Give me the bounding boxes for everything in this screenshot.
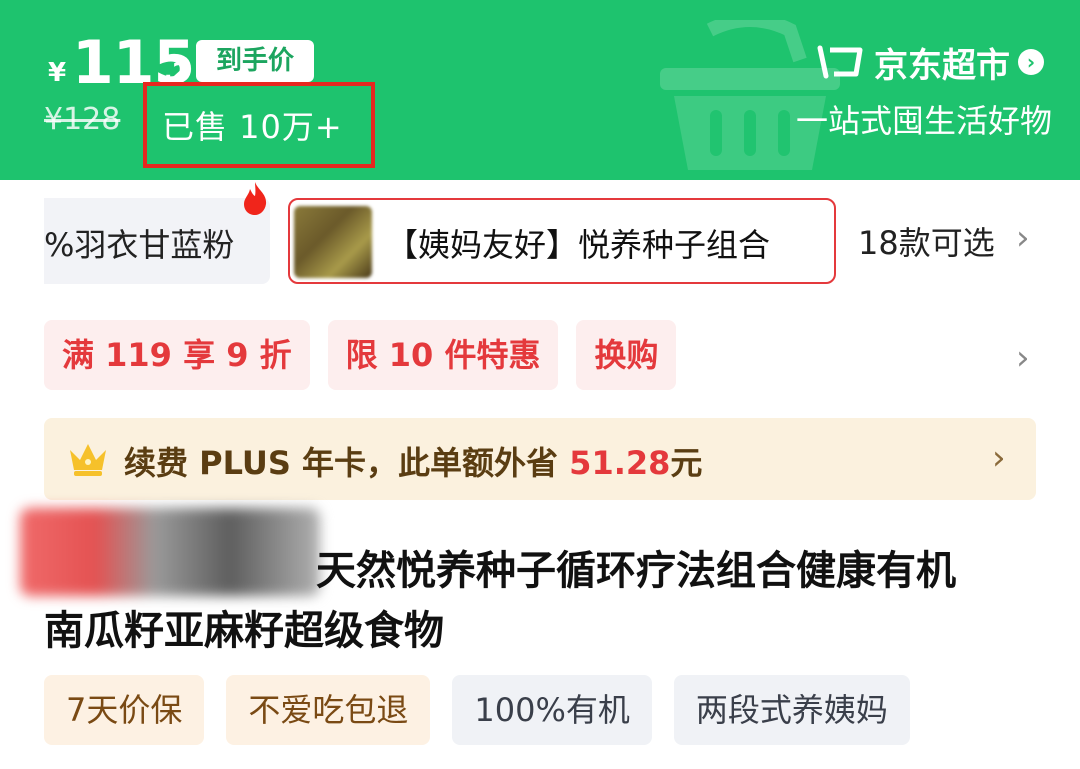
original-price: ¥128 [44,102,121,137]
fire-icon [244,182,267,215]
feature-tag-return[interactable]: 不爱吃包退 [226,675,431,745]
brand-slogan: 一站式囤生活好物 [795,102,1052,140]
feature-tag-two-stage[interactable]: 两段式养姨妈 [673,675,910,745]
variant-count[interactable]: 18款可选 [858,218,995,264]
plus-offer-label: 续费 PLUS 年卡，此单额外省 [124,444,570,482]
feature-tag-organic[interactable]: 100%有机 [452,675,652,745]
promo-tag-discount: 满 119 享 9 折 [44,320,310,390]
chevron-right-icon: › [992,438,1006,478]
variant-thumbnail [294,206,372,278]
final-price-badge: 到手价 [196,40,314,82]
variant-selected-label: 【姨妈友好】悦养种子组合 [386,226,771,264]
variant-selector: %羽衣甘蓝粉 【姨妈友好】悦养种子组合 18款可选 › [44,182,1080,286]
redacted-title-prefix [20,508,320,596]
jd-supermarket-logo-icon [817,45,863,79]
variant-option-label: %羽衣甘蓝粉 [44,226,235,264]
plus-saving-amount: 51.28 [569,444,671,482]
chevron-right-icon[interactable]: › [1016,218,1030,258]
plus-saving-unit: 元 [670,444,703,482]
product-title-line1: 天然悦养种子循环疗法组合健康有机 [316,548,956,594]
feature-tag-price-protect[interactable]: 7天价保 [44,675,205,745]
price-currency: ¥ [48,58,67,88]
plus-offer-text: 续费 PLUS 年卡，此单额外省 51.28元 [124,438,702,484]
crown-icon [70,444,106,476]
variant-option-previous[interactable]: %羽衣甘蓝粉 [44,198,270,284]
plus-membership-banner[interactable]: 续费 PLUS 年卡，此单额外省 51.28元 › [44,418,1036,500]
promotion-tags[interactable]: 满 119 享 9 折 限 10 件特惠 换购 [44,320,677,390]
price-header: ¥ 115 .2 到手价 ¥128 已售 10万+ 京东超市 › 一站式囤生活好… [0,0,1080,180]
product-title-line2: 南瓜籽亚麻籽超级食物 [44,608,444,654]
feature-tags: 7天价保 不爱吃包退 100%有机 两段式养姨妈 [44,675,910,745]
brand-link[interactable]: 京东超市 › [814,40,1044,86]
sold-count: 已售 10万+ [162,108,343,146]
promo-tag-exchange: 换购 [576,320,677,390]
brand-name: 京东超市 [874,45,1010,86]
promo-tag-limited: 限 10 件特惠 [327,320,559,390]
chevron-right-icon[interactable]: › [1016,338,1030,378]
chevron-right-icon: › [1018,49,1044,75]
variant-option-selected[interactable]: 【姨妈友好】悦养种子组合 [288,198,836,284]
